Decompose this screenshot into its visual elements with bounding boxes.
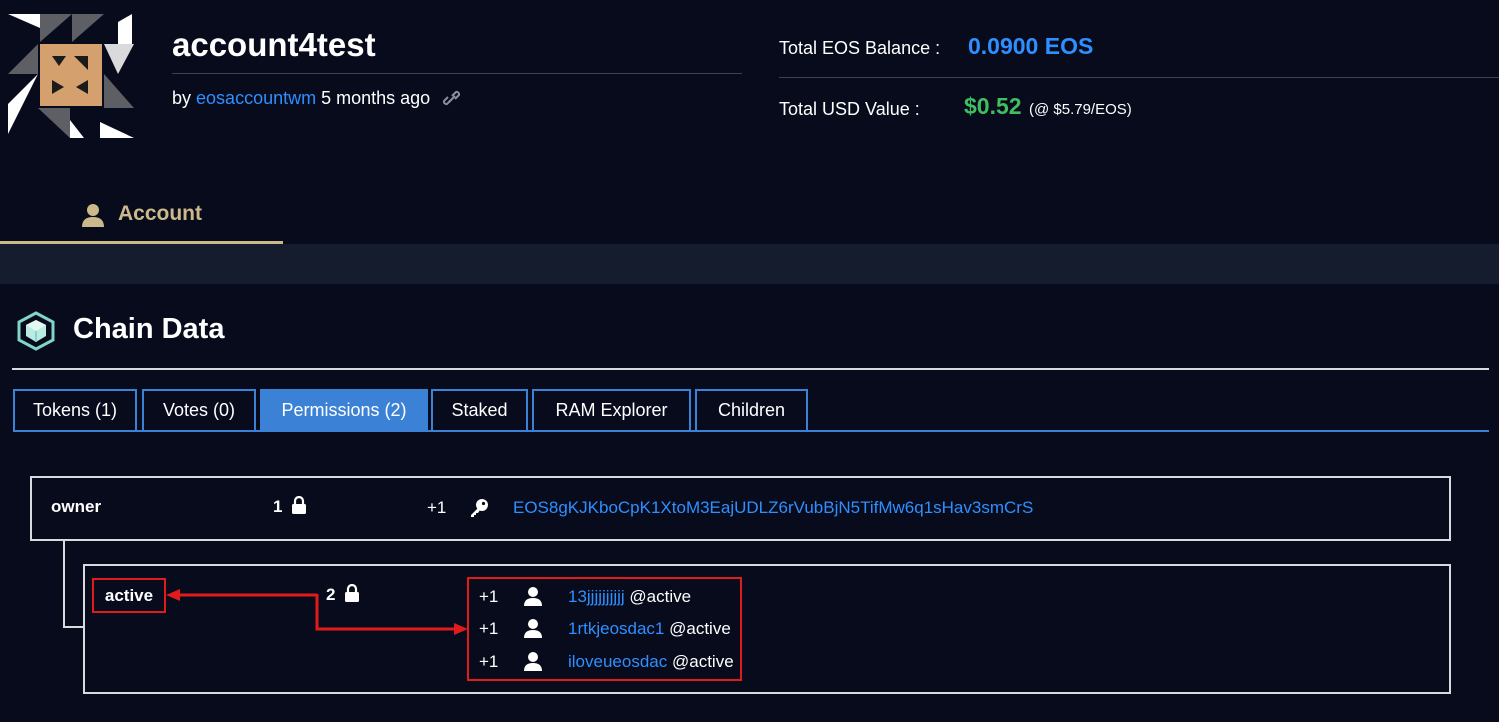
- section-band: [0, 244, 1499, 284]
- tab-ram-explorer[interactable]: RAM Explorer: [532, 389, 691, 430]
- account-name: account4test: [172, 26, 376, 63]
- byline-prefix: by: [172, 88, 192, 108]
- authority-weight: +1: [479, 619, 499, 638]
- chain-data-tabs: Tokens (1) Votes (0) Permissions (2) Sta…: [13, 389, 1489, 432]
- authority-actor-link[interactable]: 13jjjjjjjjjj: [568, 587, 625, 606]
- active-threshold-value: 2: [326, 585, 336, 604]
- account-avatar-identicon: [8, 14, 134, 138]
- total-eos-value: 0.0900 EOS: [968, 33, 1094, 59]
- authority-row: +1 13jjjjjjjjjj @active: [479, 585, 739, 609]
- user-icon: [82, 204, 104, 227]
- authority-permission: @active: [669, 619, 731, 638]
- chain-data-divider: [12, 368, 1489, 370]
- active-permission-name: active: [92, 578, 166, 613]
- cube-network-icon: [17, 311, 55, 351]
- balance-divider: [779, 77, 1499, 78]
- active-threshold: 2: [326, 584, 360, 605]
- authority-account: iloveueosdac @active: [568, 652, 734, 672]
- link-icon[interactable]: [443, 90, 461, 108]
- authority-row: +1 iloveueosdac @active: [479, 650, 739, 674]
- total-usd-label: Total USD Value :: [779, 99, 920, 119]
- tab-votes[interactable]: Votes (0): [142, 389, 256, 430]
- total-eos-label: Total EOS Balance :: [779, 38, 941, 58]
- authority-permission: @active: [671, 652, 734, 671]
- authority-actor-link[interactable]: iloveueosdac: [568, 652, 667, 671]
- authority-actor-link[interactable]: 1rtkjeosdac1: [568, 619, 664, 638]
- created-ago: 5 months ago: [321, 88, 431, 108]
- owner-threshold: 1: [273, 496, 307, 517]
- permission-tree-branch: [63, 626, 83, 628]
- tab-tokens[interactable]: Tokens (1): [13, 389, 137, 430]
- authority-account: 13jjjjjjjjjj @active: [568, 587, 691, 607]
- authority-row: +1 1rtkjeosdac1 @active: [479, 617, 739, 641]
- account-tab[interactable]: Account: [0, 190, 283, 244]
- owner-threshold-value: 1: [273, 497, 283, 516]
- tab-permissions[interactable]: Permissions (2): [260, 389, 428, 430]
- owner-public-key[interactable]: EOS8gKJKboCpK1XtoM3EajUDLZ6rVubBjN5TifMw…: [513, 498, 1033, 518]
- total-usd-value: $0.52: [964, 93, 1022, 119]
- chain-data-title: Chain Data: [73, 313, 225, 345]
- owner-key-weight: +1: [427, 498, 447, 517]
- account-byline: by eosaccountwm 5 months ago: [172, 88, 461, 109]
- authority-permission: @active: [629, 587, 692, 606]
- title-divider: [172, 73, 742, 74]
- usd-rate: (@ $5.79/EOS): [1029, 101, 1132, 118]
- lock-icon: [292, 496, 307, 514]
- lock-icon: [345, 584, 360, 602]
- user-icon: [524, 587, 542, 606]
- authority-weight: +1: [479, 652, 499, 671]
- tab-children[interactable]: Children: [695, 389, 808, 430]
- user-icon: [524, 652, 542, 671]
- key-icon: [471, 499, 488, 517]
- account-tab-label: Account: [118, 202, 202, 225]
- owner-permission-name: owner: [51, 497, 102, 516]
- user-icon: [524, 619, 542, 638]
- active-permission-box: [83, 564, 1451, 694]
- tab-staked[interactable]: Staked: [431, 389, 528, 430]
- permission-tree-line: [63, 541, 65, 628]
- creator-link[interactable]: eosaccountwm: [196, 88, 316, 108]
- authority-weight: +1: [479, 587, 499, 606]
- authority-account: 1rtkjeosdac1 @active: [568, 619, 731, 639]
